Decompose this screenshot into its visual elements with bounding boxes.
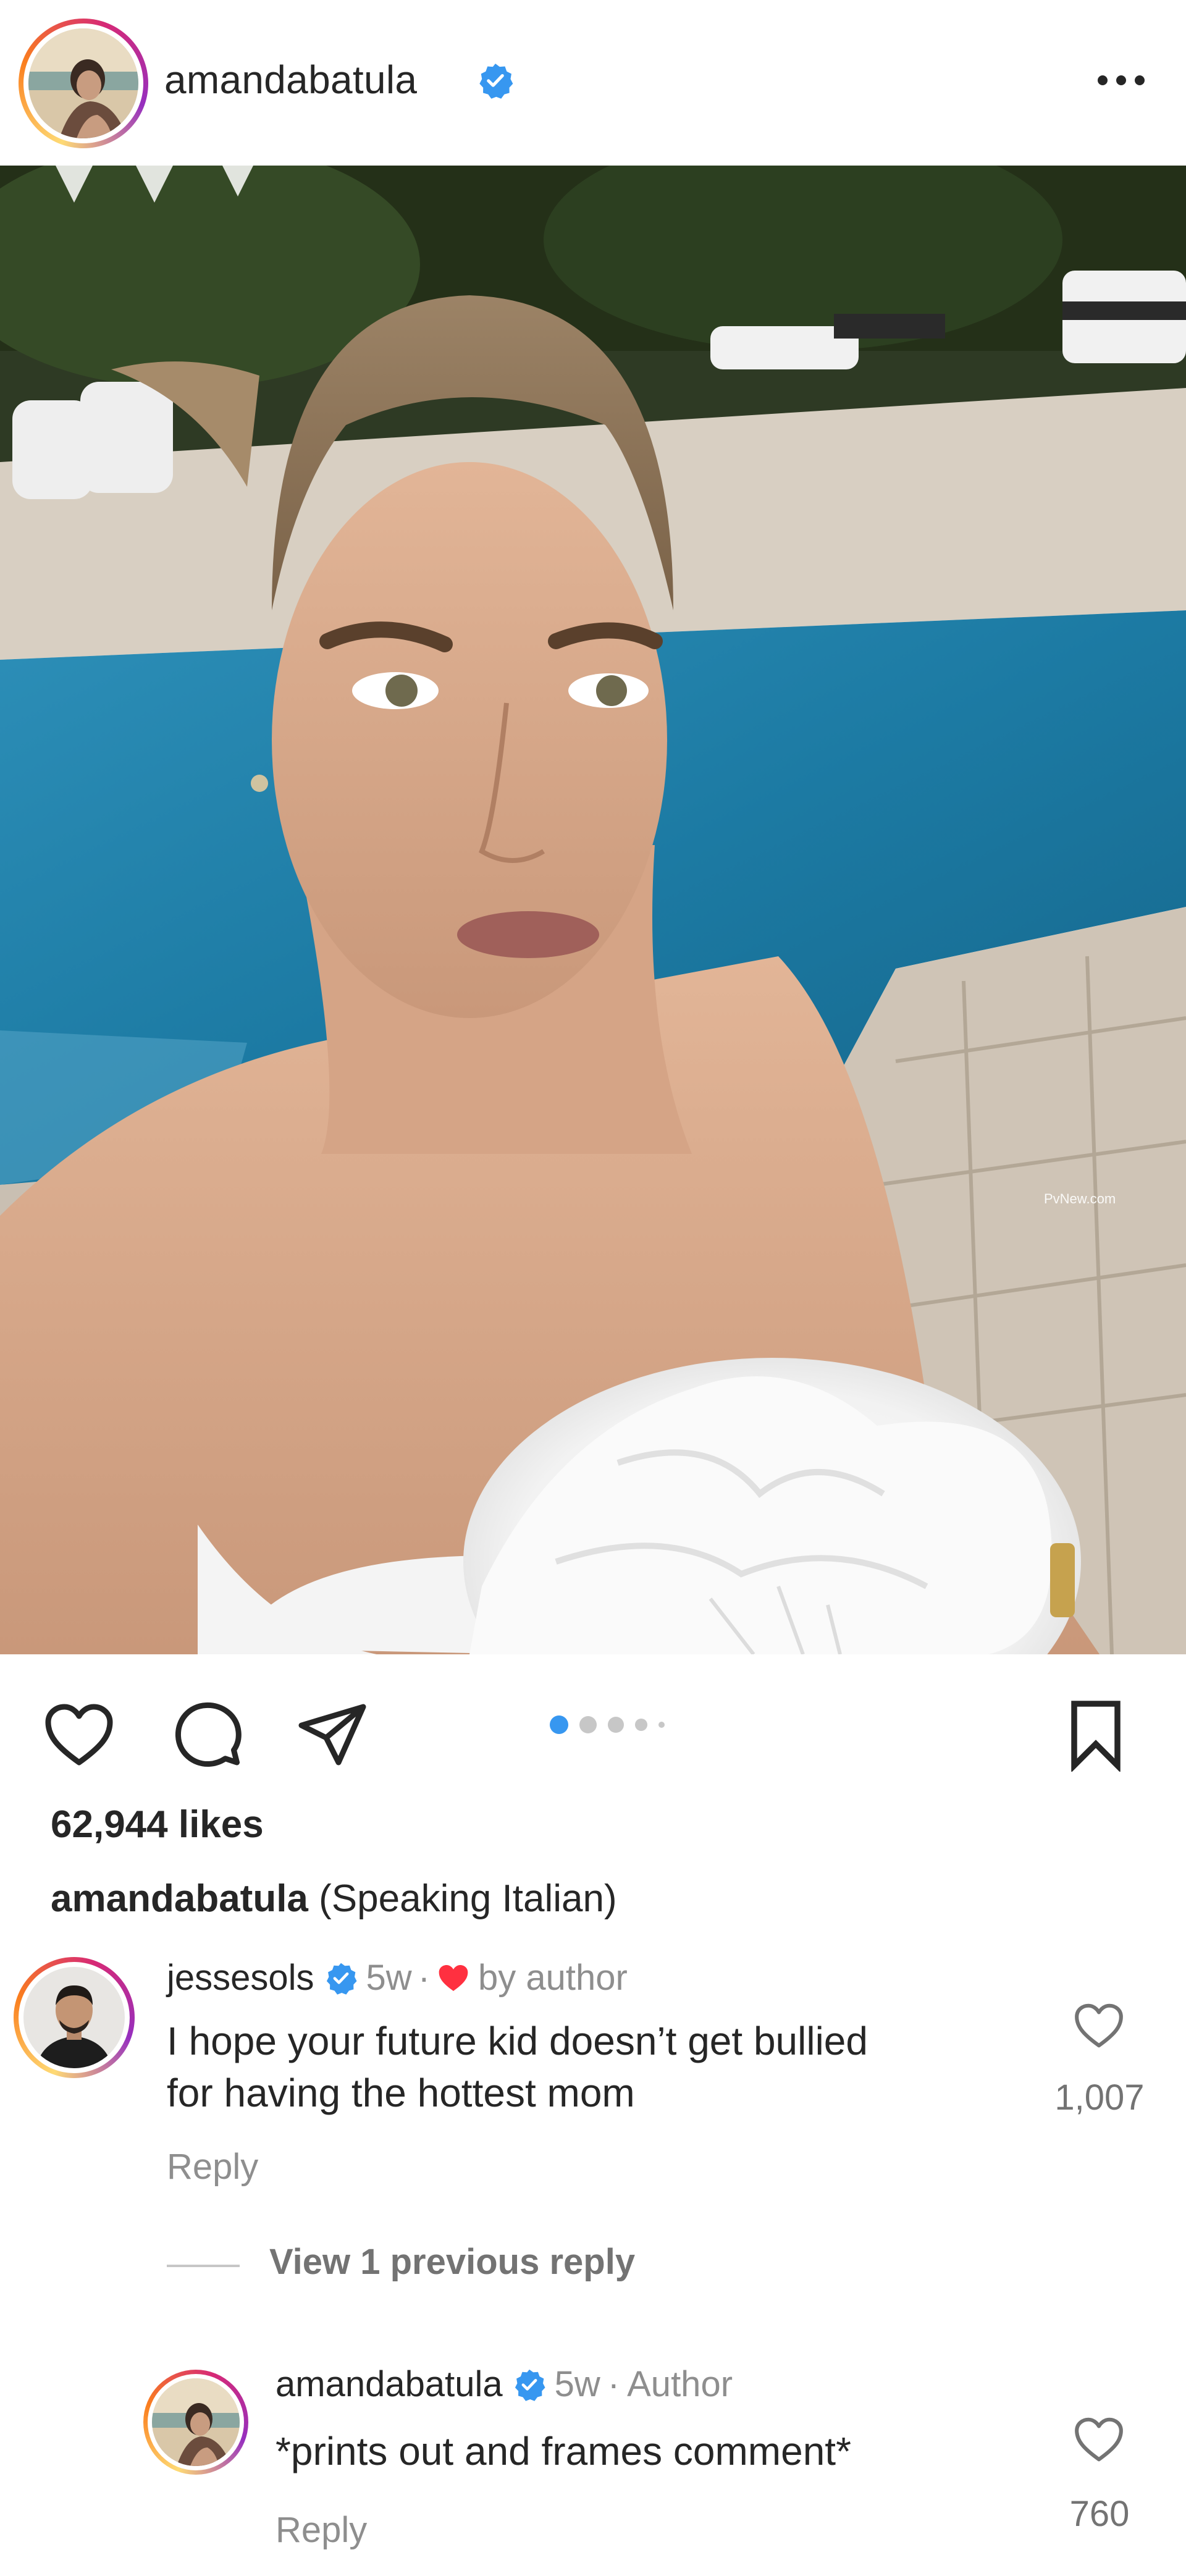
comment-time: 5w (366, 1958, 412, 1998)
carousel-dot-active (550, 1715, 568, 1734)
comment-text: I hope your future kid doesn’t get bulli… (167, 2015, 868, 2119)
comment-like-count: 1,007 (1054, 2077, 1145, 2118)
post-header: amandabatula (0, 0, 1186, 166)
meta-separator: · (418, 1958, 431, 1998)
watermark-text: PvNew.com (1044, 1191, 1116, 1206)
verified-badge-icon (479, 64, 513, 99)
comment-bubble-icon[interactable] (170, 1698, 245, 1772)
more-options-icon[interactable] (1093, 62, 1149, 99)
author-username[interactable]: amandabatula (164, 57, 417, 103)
carousel-dot (635, 1719, 647, 1731)
comment-time: 5w (554, 2364, 600, 2404)
author-avatar[interactable] (19, 19, 148, 148)
comment-text-line: I hope your future kid doesn’t get bulli… (167, 2019, 868, 2063)
comment-like-count: 760 (1069, 2494, 1130, 2534)
divider-line (167, 2265, 240, 2267)
heart-filled-icon (439, 1964, 468, 1991)
carousel-dot (579, 1716, 597, 1733)
comment-text: *prints out and frames comment* (275, 2429, 851, 2473)
commenter-avatar[interactable] (14, 1957, 135, 2078)
meta-separator: · (607, 2364, 620, 2404)
post-caption: amandabatula (Speaking Italian) (51, 1877, 617, 1921)
reply-button[interactable]: Reply (275, 2509, 367, 2551)
verified-badge-icon (326, 1963, 357, 1995)
heart-icon[interactable] (1072, 2413, 1125, 2466)
comment-header: amandabatula 5w · Author (275, 2363, 733, 2405)
carousel-indicator (550, 1712, 665, 1737)
view-previous-replies-button[interactable]: View 1 previous reply (269, 2241, 635, 2283)
author-label: Author (627, 2364, 733, 2404)
caption-text: (Speaking Italian) (319, 1877, 617, 1920)
likes-count[interactable]: 62,944 likes (51, 1803, 264, 1846)
liked-by-author-label: by author (478, 1958, 628, 1998)
reply-button[interactable]: Reply (167, 2146, 258, 2187)
comment-username[interactable]: amandabatula (275, 2363, 503, 2405)
carousel-dot (658, 1722, 665, 1728)
verified-badge-icon (515, 2369, 545, 2401)
comment-username[interactable]: jessesols (167, 1957, 314, 1998)
selfie-by-pool-image: PvNew.com (0, 166, 1186, 1654)
commenter-avatar[interactable] (143, 2370, 248, 2475)
caption-username[interactable]: amandabatula (51, 1877, 308, 1920)
comment-header: jessesols 5w · by author (167, 1957, 628, 1998)
carousel-dot (608, 1717, 624, 1733)
heart-icon[interactable] (42, 1698, 116, 1772)
post-photo[interactable]: PvNew.com (0, 166, 1186, 1654)
comment-text-line: for having the hottest mom (167, 2071, 635, 2115)
heart-icon[interactable] (1072, 1999, 1125, 2052)
bookmark-icon[interactable] (1059, 1698, 1133, 1772)
paper-plane-icon[interactable] (295, 1698, 369, 1772)
